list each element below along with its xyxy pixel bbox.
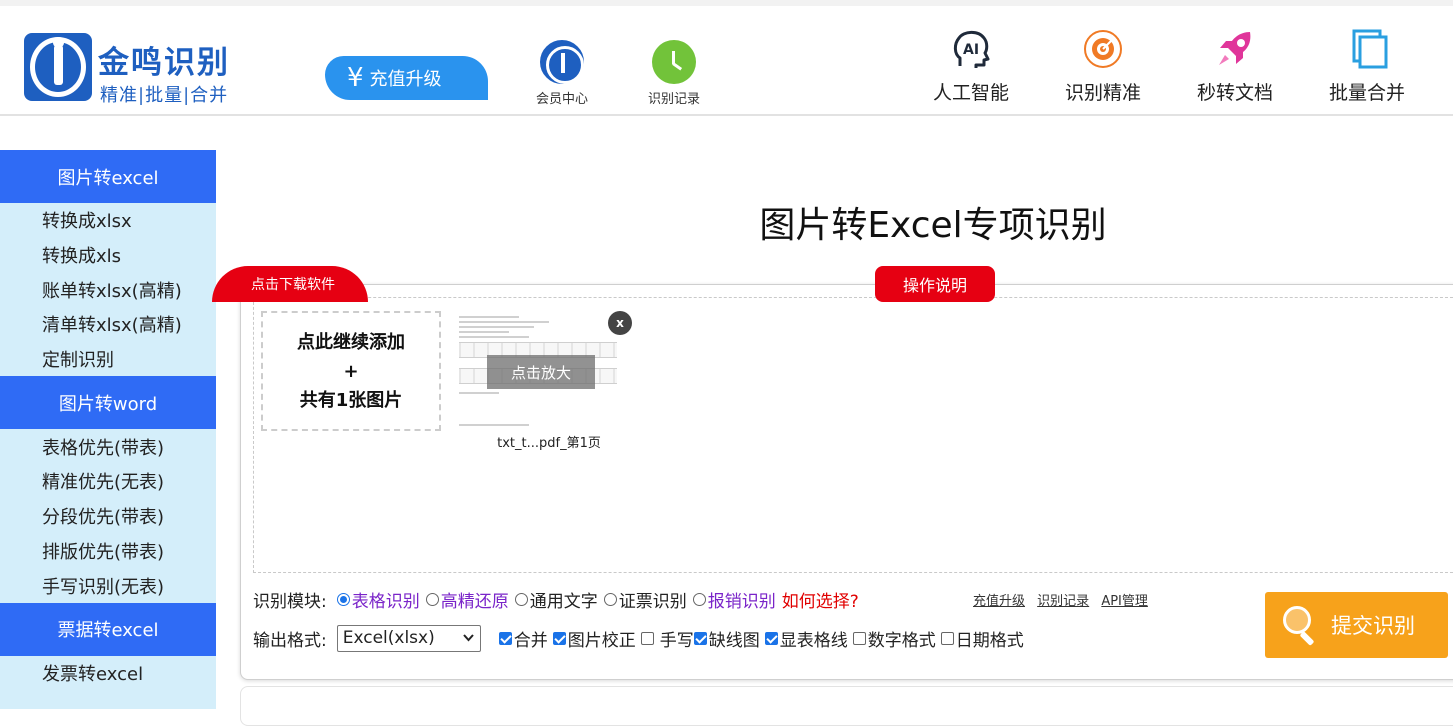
submit-label: 提交识别 bbox=[1331, 614, 1415, 638]
checkbox-image-correction[interactable]: 图片校正 bbox=[552, 626, 636, 651]
sidebar-group-image-to-word[interactable]: 图片转word bbox=[0, 376, 216, 430]
sidebar-item-bill-xlsx[interactable]: 账单转xlsx(高精) bbox=[0, 272, 216, 307]
plus-icon: + bbox=[343, 360, 359, 382]
link-records[interactable]: 识别记录 bbox=[1037, 594, 1089, 609]
radio-high-precision[interactable]: 高精还原 bbox=[425, 587, 509, 612]
feature-accurate-label: 识别精准 bbox=[1064, 82, 1141, 104]
sidebar: 图片转excel 转换成xlsx 转换成xls 账单转xlsx(高精) 清单转x… bbox=[0, 150, 216, 709]
lower-panel bbox=[240, 686, 1453, 726]
sidebar-item-layout-first[interactable]: 排版优先(带表) bbox=[0, 534, 216, 569]
target-icon bbox=[1048, 28, 1158, 70]
feature-accurate[interactable]: 识别精准 bbox=[1048, 28, 1158, 105]
radio-dot bbox=[514, 592, 528, 606]
recharge-button[interactable]: ¥ 充值升级 bbox=[325, 56, 488, 100]
layers-icon bbox=[1312, 28, 1422, 70]
output-format-select[interactable]: Excel(xlsx) bbox=[336, 624, 481, 652]
add-image-box[interactable]: 点此继续添加 + 共有1张图片 bbox=[261, 311, 441, 431]
feature-batch-label: 批量合并 bbox=[1328, 82, 1405, 104]
checkbox-show-grid[interactable]: 显表格线 bbox=[764, 626, 848, 651]
link-api[interactable]: API管理 bbox=[1101, 594, 1148, 609]
sidebar-item-list-xlsx[interactable]: 清单转xlsx(高精) bbox=[0, 307, 216, 342]
checkbox-missing-lines[interactable]: 缺线图 bbox=[693, 626, 760, 651]
feature-fast[interactable]: 秒转文档 bbox=[1180, 28, 1290, 105]
site-logo[interactable]: 金鸣识别 精准|批量|合并 bbox=[24, 33, 272, 109]
link-recharge[interactable]: 充值升级 bbox=[973, 594, 1025, 609]
image-count: 共有1张图片 bbox=[299, 389, 403, 411]
member-logo-icon bbox=[540, 40, 584, 84]
how-to-choose-link[interactable]: 如何选择? bbox=[782, 587, 859, 612]
sidebar-group-image-to-excel[interactable]: 图片转excel bbox=[0, 150, 216, 203]
feature-ai[interactable]: AI 人工智能 bbox=[916, 28, 1026, 105]
output-label: 输出格式: bbox=[253, 630, 327, 651]
add-image-text: 点此继续添加 bbox=[297, 331, 405, 353]
sidebar-item-handwriting[interactable]: 手写识别(无表) bbox=[0, 568, 216, 603]
radio-reimbursement[interactable]: 报销识别 bbox=[692, 587, 776, 612]
logo-mark-icon bbox=[24, 33, 92, 101]
radio-general-text[interactable]: 通用文字 bbox=[514, 587, 598, 612]
nav-member-center[interactable]: 会员中心 bbox=[522, 40, 602, 107]
nav-record[interactable]: 识别记录 bbox=[634, 40, 714, 107]
sidebar-item-xls[interactable]: 转换成xls bbox=[0, 238, 216, 273]
ai-head-icon: AI bbox=[916, 28, 1026, 70]
clock-icon bbox=[652, 40, 696, 84]
radio-table-recognition[interactable]: 表格识别 bbox=[336, 587, 420, 612]
sidebar-item-accurate-first[interactable]: 精准优先(无表) bbox=[0, 464, 216, 499]
image-filename: txt_t...pdf_第1页 bbox=[497, 436, 601, 451]
yen-icon: ¥ bbox=[347, 63, 364, 93]
sidebar-item-table-first[interactable]: 表格优先(带表) bbox=[0, 429, 216, 464]
module-row: 识别模块: 表格识别 高精还原 通用文字 证票识别 报销识别 如何选择? bbox=[253, 587, 859, 612]
page-title: 图片转Excel专项识别 bbox=[759, 205, 1107, 246]
output-row: 输出格式: Excel(xlsx) 合并 图片校正 手写 缺线图 显表格线 数字… bbox=[253, 624, 1029, 652]
checkbox-number-format[interactable]: 数字格式 bbox=[852, 626, 936, 651]
download-software-tab[interactable]: 点击下载软件 bbox=[212, 266, 368, 302]
rocket-icon bbox=[1180, 28, 1290, 70]
sidebar-item-custom[interactable]: 定制识别 bbox=[0, 342, 216, 377]
radio-dot bbox=[692, 592, 706, 606]
logo-tagline: 精准|批量|合并 bbox=[100, 85, 229, 106]
radio-dot bbox=[336, 592, 350, 606]
magnifier-icon bbox=[1283, 606, 1317, 646]
radio-dot bbox=[425, 592, 439, 606]
logo-name: 金鸣识别 bbox=[98, 45, 230, 81]
svg-text:AI: AI bbox=[963, 42, 979, 58]
header: 金鸣识别 精准|批量|合并 ¥ 充值升级 会员中心 识别记录 AI 人工智能 识… bbox=[0, 0, 1453, 116]
submit-recognition-button[interactable]: 提交识别 bbox=[1265, 592, 1448, 658]
radio-dot bbox=[603, 592, 617, 606]
sidebar-item-paragraph-first[interactable]: 分段优先(带表) bbox=[0, 499, 216, 534]
checkbox-date-format[interactable]: 日期格式 bbox=[940, 626, 1024, 651]
feature-batch[interactable]: 批量合并 bbox=[1312, 28, 1422, 105]
checkbox-handwriting[interactable]: 手写 bbox=[640, 626, 694, 651]
remove-image-icon[interactable]: x bbox=[608, 311, 632, 335]
zoom-in-button[interactable]: 点击放大 bbox=[487, 355, 595, 389]
feature-fast-label: 秒转文档 bbox=[1196, 82, 1273, 104]
feature-ai-label: 人工智能 bbox=[932, 82, 1009, 104]
recharge-label: 充值升级 bbox=[369, 69, 442, 90]
chevron-down-icon bbox=[462, 634, 474, 642]
sidebar-item-xlsx[interactable]: 转换成xlsx bbox=[0, 203, 216, 238]
radio-certificate[interactable]: 证票识别 bbox=[603, 587, 687, 612]
sidebar-group-receipt-to-excel[interactable]: 票据转excel bbox=[0, 602, 216, 656]
output-format-value: Excel(xlsx) bbox=[342, 628, 435, 648]
nav-member-label: 会员中心 bbox=[535, 92, 588, 107]
sidebar-item-invoice[interactable]: 发票转excel bbox=[0, 656, 216, 691]
module-label: 识别模块: bbox=[253, 591, 327, 612]
quick-links: 充值升级 识别记录 API管理 bbox=[973, 590, 1156, 609]
instructions-button[interactable]: 操作说明 bbox=[875, 266, 995, 302]
checkbox-merge[interactable]: 合并 bbox=[498, 626, 548, 651]
nav-record-label: 识别记录 bbox=[647, 92, 700, 107]
